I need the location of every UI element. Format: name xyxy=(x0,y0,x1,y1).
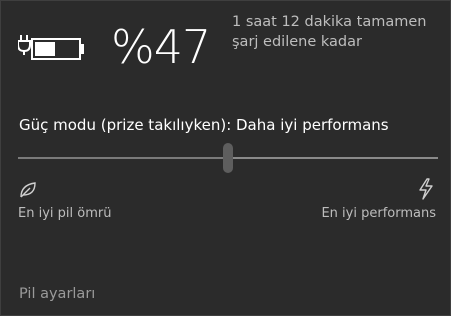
battery-percentage: %47 xyxy=(111,20,211,74)
best-performance-label: En iyi performans xyxy=(321,206,436,221)
slider-track-right[interactable] xyxy=(233,157,438,159)
slider-track-left[interactable] xyxy=(18,157,228,159)
leaf-icon xyxy=(20,182,36,198)
charge-time-remaining: 1 saat 12 dakika tamamen şarj edilene ka… xyxy=(232,14,427,50)
battery-flyout: %47 1 saat 12 dakika tamamen şarj edilen… xyxy=(0,0,451,316)
lightning-icon xyxy=(419,178,433,200)
battery-charging-icon xyxy=(18,35,84,60)
power-mode-slider[interactable] xyxy=(18,142,438,176)
best-battery-life-label: En iyi pil ömrü xyxy=(18,206,112,221)
slider-thumb[interactable] xyxy=(223,143,233,173)
battery-settings-link[interactable]: Pil ayarları xyxy=(19,284,95,304)
power-mode-label: Güç modu (prize takılıyken): Daha iyi pe… xyxy=(19,116,389,134)
